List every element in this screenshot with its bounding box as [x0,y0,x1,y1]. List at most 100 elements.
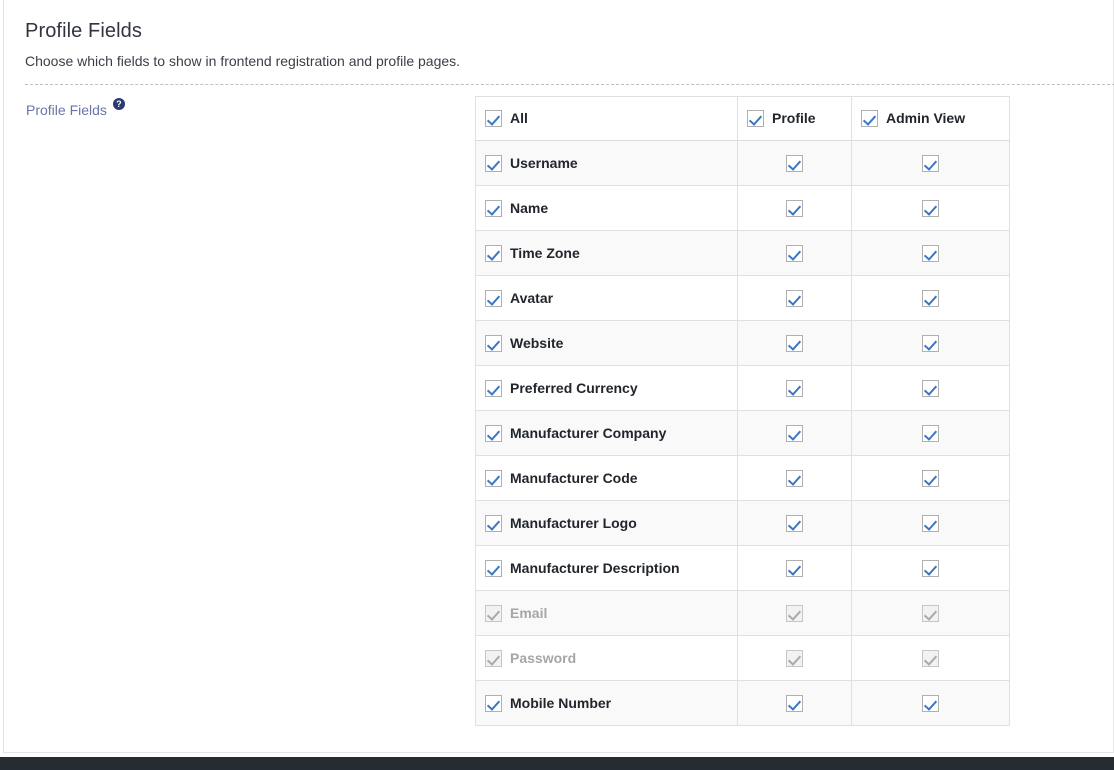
checkbox-admin-avatar[interactable] [922,289,939,307]
header-cell-inner: Profile [747,110,851,127]
checkbox-profile-manufacturer-description[interactable] [786,559,803,577]
matrix-cell-admin-name [851,185,1010,231]
checkbox-admin-time-zone[interactable] [922,244,939,262]
checkbox-admin-email [922,604,939,622]
checkbox-toggle-all-name[interactable] [485,110,502,127]
matrix-row-name-cell-manufacturer-company: Manufacturer Company [475,410,738,456]
checkbox-profile-manufacturer-logo[interactable] [786,514,803,532]
row-cell-inner: Email [485,604,737,622]
checkbox-admin-manufacturer-description[interactable] [922,559,939,577]
checkbox-all-manufacturer-logo[interactable] [485,514,502,532]
matrix-row-name-cell-manufacturer-description: Manufacturer Description [475,545,738,591]
matrix-cell-admin-avatar [851,275,1010,321]
table-row: Time Zone [475,230,1010,276]
page-subtitle: Choose which fields to show in frontend … [25,53,461,69]
checkbox-admin-manufacturer-logo[interactable] [922,514,939,532]
matrix-row-label: Avatar [510,289,554,306]
matrix-cell-admin-website [851,320,1010,366]
checkbox-all-name[interactable] [485,199,502,217]
checkbox-admin-mobile-number[interactable] [922,694,939,712]
header-cell-inner: All [485,110,737,127]
help-circle-icon[interactable]: ? [112,98,125,110]
checkbox-profile-password [786,649,803,667]
checkbox-all-time-zone[interactable] [485,244,502,262]
matrix-header-row: All Profile Admin View [475,96,1010,141]
matrix-cell-admin-preferred-currency [851,365,1010,411]
field-label-group: Profile Fields ? [26,98,446,119]
matrix-cell-profile-mobile-number [737,680,852,726]
checkbox-admin-manufacturer-code[interactable] [922,469,939,487]
profile-fields-matrix-wrap: All Profile Admin View Username Name Time Zon… [475,96,1010,726]
matrix-row-label: Username [510,154,578,171]
table-row: Mobile Number [475,680,1010,726]
checkbox-all-website[interactable] [485,334,502,352]
table-row: Manufacturer Company [475,410,1010,456]
checkbox-profile-mobile-number[interactable] [786,694,803,712]
checkbox-profile-avatar[interactable] [786,289,803,307]
row-cell-inner: Name [485,199,737,217]
matrix-header-cell-profile: Profile [737,96,852,141]
matrix-row-label: Mobile Number [510,694,612,711]
checkbox-profile-time-zone[interactable] [786,244,803,262]
matrix-header-label-admin: Admin View [886,110,966,126]
checkbox-all-mobile-number[interactable] [485,694,502,712]
checkbox-admin-manufacturer-company[interactable] [922,424,939,442]
row-cell-inner: Preferred Currency [485,379,737,397]
checkbox-profile-name[interactable] [786,199,803,217]
checkbox-admin-preferred-currency[interactable] [922,379,939,397]
table-row: Manufacturer Description [475,545,1010,591]
checkbox-admin-website[interactable] [922,334,939,352]
matrix-cell-admin-time-zone [851,230,1010,276]
checkbox-profile-manufacturer-code[interactable] [786,469,803,487]
checkbox-all-avatar[interactable] [485,289,502,307]
matrix-cell-profile-manufacturer-description [737,545,852,591]
matrix-cell-profile-preferred-currency [737,365,852,411]
matrix-cell-profile-avatar [737,275,852,321]
matrix-cell-profile-email [737,590,852,636]
matrix-cell-profile-website [737,320,852,366]
matrix-cell-profile-name [737,185,852,231]
matrix-row-name-cell-time-zone: Time Zone [475,230,738,276]
table-row: Name [475,185,1010,231]
checkbox-profile-preferred-currency[interactable] [786,379,803,397]
matrix-header-cell-name: All [475,96,738,141]
matrix-row-label: Preferred Currency [510,379,638,396]
row-cell-inner: Username [485,154,737,172]
matrix-row-label: Name [510,199,549,216]
checkbox-all-manufacturer-description[interactable] [485,559,502,577]
matrix-row-label: Email [510,604,548,621]
matrix-row-name-cell-manufacturer-code: Manufacturer Code [475,455,738,501]
matrix-cell-profile-manufacturer-company [737,410,852,456]
row-cell-inner: Manufacturer Logo [485,514,737,532]
checkbox-all-password [485,649,502,667]
row-cell-inner: Website [485,334,737,352]
checkbox-profile-username[interactable] [786,154,803,172]
checkbox-all-preferred-currency[interactable] [485,379,502,397]
row-cell-inner: Manufacturer Company [485,424,737,442]
table-row: Password [475,635,1010,681]
checkbox-toggle-all-admin[interactable] [861,110,878,127]
table-row: Manufacturer Logo [475,500,1010,546]
profile-fields-label: Profile Fields [26,102,107,118]
checkbox-profile-email [786,604,803,622]
checkbox-all-username[interactable] [485,154,502,172]
checkbox-admin-password [922,649,939,667]
checkbox-admin-name[interactable] [922,199,939,217]
matrix-row-name-cell-password: Password [475,635,738,681]
table-row: Email [475,590,1010,636]
matrix-row-name-cell-mobile-number: Mobile Number [475,680,738,726]
matrix-row-label: Manufacturer Description [510,559,680,576]
checkbox-all-manufacturer-company[interactable] [485,424,502,442]
matrix-header-label-profile: Profile [772,110,816,126]
matrix-row-label: Manufacturer Company [510,424,667,441]
checkbox-profile-manufacturer-company[interactable] [786,424,803,442]
footer-bar [0,757,1114,770]
matrix-cell-admin-manufacturer-company [851,410,1010,456]
matrix-cell-admin-username [851,140,1010,186]
checkbox-profile-website[interactable] [786,334,803,352]
row-cell-inner: Password [485,649,737,667]
page-header: Profile Fields Choose which fields to sh… [4,0,1113,71]
checkbox-admin-username[interactable] [922,154,939,172]
checkbox-toggle-all-profile[interactable] [747,110,764,127]
checkbox-all-manufacturer-code[interactable] [485,469,502,487]
